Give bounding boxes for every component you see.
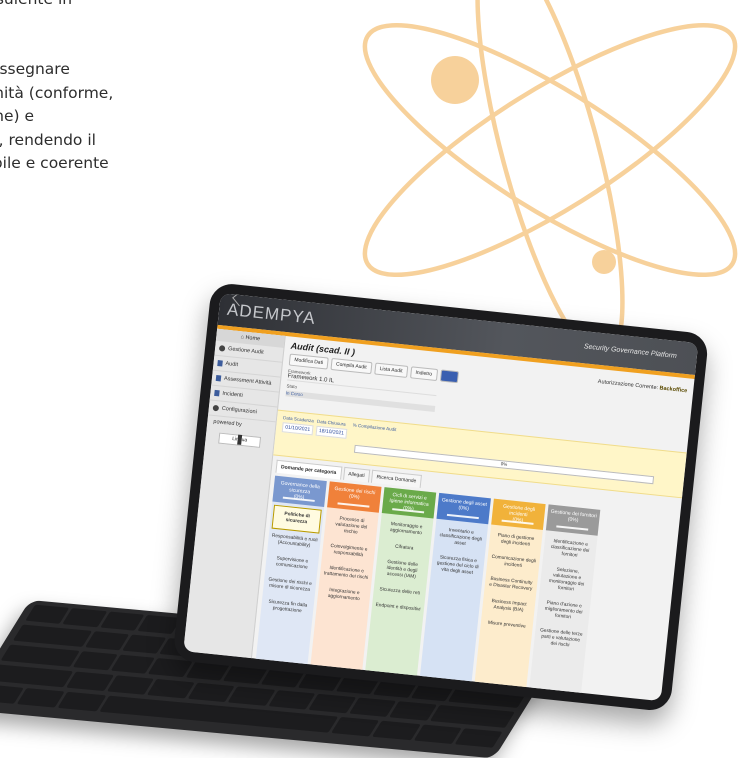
category-header[interactable]: Gestione degli incidenti (0%) (491, 498, 546, 530)
orbit-nucleus (431, 56, 479, 104)
document-icon (215, 374, 222, 382)
toggle-knob (237, 434, 243, 445)
category-header[interactable]: Gestione degli asset (0%) (436, 492, 491, 525)
end-date-field[interactable]: 18/10/2021 (315, 425, 348, 439)
document-icon (214, 389, 220, 397)
sidebar-home-label: Home (245, 334, 261, 343)
due-date-field[interactable]: 01/10/2021 (281, 422, 314, 436)
question-group-item[interactable]: Gestione delle terze parti e valutazione… (535, 623, 586, 656)
audit-list-button[interactable]: Lista Audit (373, 362, 409, 378)
category-header[interactable]: Gestione dei rischi (0%) (327, 481, 382, 513)
language-toggle[interactable]: Lingua (218, 432, 262, 448)
sidebar-item-label: Configurazioni (221, 405, 258, 416)
tablet-device: ADEMPYA Security Governance Platform ⌂ H… (172, 282, 710, 713)
platform-title: Security Governance Platform (583, 343, 678, 360)
question-group-item[interactable]: Sicurezza fin dalla progettazione (262, 594, 312, 621)
orbit-electron (592, 250, 616, 274)
question-group-item[interactable]: Selezione, valutazione e monitoraggio de… (541, 561, 592, 600)
tab-attachments[interactable]: Allegati (342, 466, 371, 483)
sidebar-item-label: Gestione Audit (227, 346, 264, 356)
gear-icon (212, 404, 220, 412)
save-icon-button[interactable] (439, 369, 459, 384)
question-group-item[interactable]: Sicurezza fisica e gestione del ciclo di… (432, 550, 483, 583)
app-screen: ADEMPYA Security Governance Platform ⌂ H… (183, 292, 699, 702)
question-group-item[interactable]: Integrazione e aggiornamento (319, 582, 369, 609)
category-header[interactable]: Governance della sicurezza (0%) (272, 475, 327, 507)
category-columns: Governance della sicurezza (0%) Politiche … (254, 475, 698, 702)
app-logo[interactable]: ADEMPYA (226, 300, 316, 329)
edit-data-button[interactable]: Modifica Dati (288, 353, 329, 370)
main-content: Audit (scad. II ) Autorizzazione Corrent… (252, 336, 698, 702)
fill-audit-button[interactable]: Compila Audit (330, 357, 373, 375)
sidebar-item-label: Incidenti (222, 390, 244, 399)
sidebar-item-label: Assessment Attività (223, 375, 272, 387)
sidebar-item-label: Audit (225, 360, 239, 369)
completion-label: % Compilazione Audit (352, 422, 397, 433)
home-icon: ⌂ (240, 334, 245, 341)
category-header[interactable]: Gestione dei fornitori (0%) (545, 504, 601, 536)
tab-search-questions[interactable]: Ricerca Domande (370, 469, 422, 488)
section-icon (218, 345, 226, 352)
category-header[interactable]: Cicli di servizi e Igiene informatica (0%… (381, 487, 437, 519)
back-button[interactable]: Indietro (409, 366, 438, 381)
document-icon (217, 360, 223, 367)
